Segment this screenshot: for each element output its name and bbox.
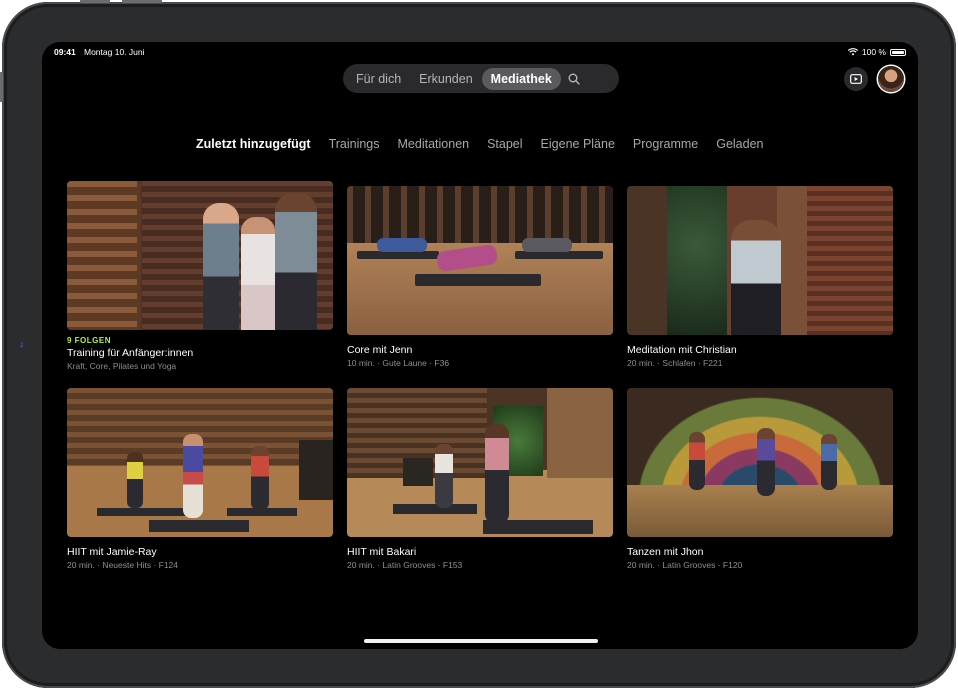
card-title: HIIT mit Jamie-Ray (67, 546, 157, 558)
card-thumbnail (627, 186, 893, 335)
status-date: Montag 10. Juni (84, 47, 145, 57)
avatar[interactable] (878, 66, 904, 92)
play-screen-icon (850, 74, 862, 84)
tab-fuer-dich[interactable]: Für dich (347, 68, 410, 90)
status-time: 09:41 (54, 47, 76, 57)
filter-meditationen[interactable]: Meditationen (398, 137, 470, 151)
card-subtitle: Kraft, Core, Pilates und Yoga (67, 361, 177, 371)
card-title: Training für Anfänger:innen (67, 347, 194, 359)
card-subtitle: 20 min. · Neueste Hits · F124 (67, 560, 179, 570)
status-bar: 09:41 Montag 10. Juni 100 % (54, 47, 906, 61)
card-thumbnail (67, 181, 333, 330)
home-indicator[interactable] (364, 639, 598, 643)
card-hiit-bakari[interactable]: HIIT mit Bakari 20 min. · Latin Grooves … (347, 388, 613, 570)
card-core-mit-jenn[interactable]: Core mit Jenn 10 min. · Gute Laune · F36 (347, 186, 613, 368)
screen: 09:41 Montag 10. Juni 100 % Für dich Erk… (42, 42, 918, 649)
card-meditation-christian[interactable]: Meditation mit Christian 20 min. · Schla… (627, 186, 893, 368)
wifi-icon (847, 48, 858, 56)
filter-geladen[interactable]: Geladen (716, 137, 763, 151)
card-title: Meditation mit Christian (627, 344, 737, 356)
filter-eigene-plaene[interactable]: Eigene Pläne (541, 137, 615, 151)
filter-zuletzt-hinzugefuegt[interactable]: Zuletzt hinzugefügt (196, 137, 311, 151)
card-tanzen-jhon[interactable]: Tanzen mit Jhon 20 min. · Latin Grooves … (627, 388, 893, 570)
card-eyebrow: 9 FOLGEN (67, 336, 112, 345)
battery-icon (890, 48, 906, 56)
card-title: Tanzen mit Jhon (627, 546, 704, 558)
filter-bar: Zuletzt hinzugefügt Trainings Meditation… (196, 137, 781, 151)
tab-mediathek[interactable]: Mediathek (481, 67, 561, 90)
top-button (80, 0, 110, 3)
card-title: HIIT mit Bakari (347, 546, 417, 558)
side-volume-button (0, 72, 3, 102)
card-subtitle: 20 min. · Schlafen · F221 (627, 358, 723, 368)
filter-trainings[interactable]: Trainings (329, 137, 380, 151)
tab-erkunden[interactable]: Erkunden (410, 68, 482, 90)
filter-programme[interactable]: Programme (633, 137, 698, 151)
card-hiit-jamie-ray[interactable]: HIIT mit Jamie-Ray 20 min. · Neueste Hit… (67, 388, 333, 570)
search-button[interactable] (563, 68, 585, 90)
card-training-anfaenger[interactable]: 9 FOLGEN Training für Anfänger:innen Kra… (67, 181, 333, 371)
card-subtitle: 20 min. · Latin Grooves · F153 (347, 560, 463, 570)
tv-button[interactable] (844, 67, 868, 91)
card-thumbnail (347, 388, 613, 537)
card-subtitle: 20 min. · Latin Grooves · F120 (627, 560, 743, 570)
filter-stapel[interactable]: Stapel (487, 137, 522, 151)
top-button-2 (122, 0, 162, 3)
card-thumbnail (627, 388, 893, 537)
battery-percent: 100 % (861, 47, 886, 57)
side-marker: 2 (20, 343, 24, 349)
card-subtitle: 10 min. · Gute Laune · F36 (347, 358, 450, 368)
card-thumbnail (67, 388, 333, 537)
card-title: Core mit Jenn (347, 344, 413, 356)
top-tab-bar: Für dich Erkunden Mediathek (343, 64, 619, 93)
status-right: 100 % (847, 47, 906, 57)
card-thumbnail (347, 186, 613, 335)
search-icon (568, 73, 580, 85)
